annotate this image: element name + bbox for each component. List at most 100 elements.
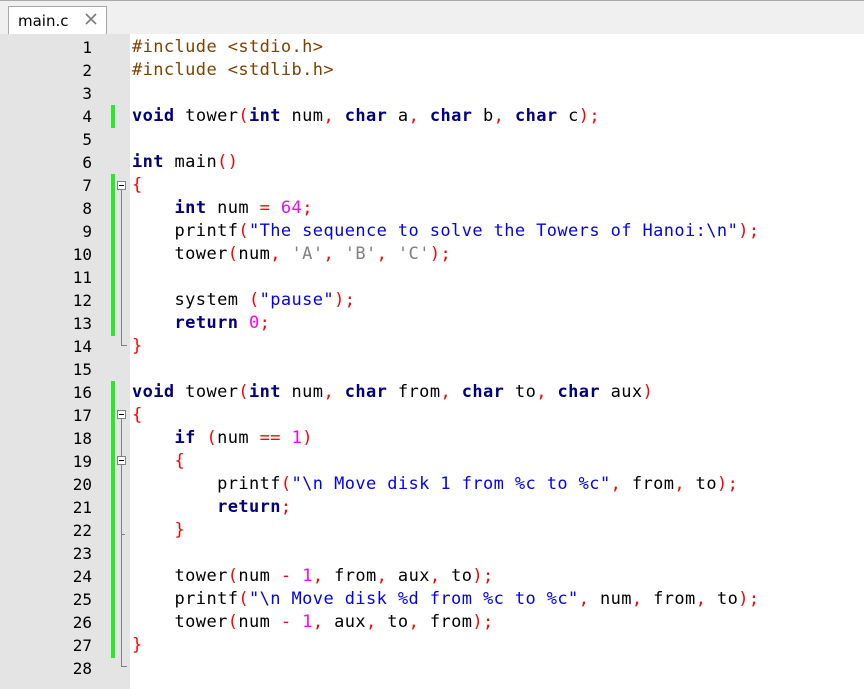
code-line[interactable]: 3 bbox=[0, 82, 864, 105]
code-token: - bbox=[280, 612, 292, 632]
code-line[interactable]: 25 printf("\n Move disk %d from %c to %c… bbox=[0, 588, 864, 611]
line-number: 22 bbox=[72, 521, 92, 540]
code-token: "The sequence to solve the Towers of Han… bbox=[249, 221, 739, 241]
code-line[interactable]: 5 bbox=[0, 128, 864, 151]
line-number: 9 bbox=[82, 222, 92, 241]
code-token: () bbox=[217, 152, 239, 172]
code-token: , bbox=[408, 106, 420, 126]
code-text: printf("The sequence to solve the Towers… bbox=[132, 220, 760, 243]
line-number: 18 bbox=[72, 429, 92, 448]
code-token: , bbox=[536, 382, 547, 402]
code-line[interactable]: 8 int num = 64; bbox=[0, 197, 864, 220]
code-line[interactable]: 27} bbox=[0, 634, 864, 657]
code-token: ; bbox=[280, 497, 292, 517]
line-number: 16 bbox=[72, 383, 92, 402]
code-token: b bbox=[472, 106, 494, 126]
code-token: 64 bbox=[280, 198, 303, 218]
code-line[interactable]: 9 printf("The sequence to solve the Towe… bbox=[0, 220, 864, 243]
code-line[interactable]: 11 bbox=[0, 266, 864, 289]
code-token: void bbox=[132, 382, 175, 402]
code-token: , bbox=[312, 566, 324, 586]
code-line[interactable]: 21 return; bbox=[0, 496, 864, 519]
code-token: , bbox=[429, 566, 441, 586]
code-token: ( bbox=[280, 474, 292, 494]
code-line[interactable]: 2 #include <stdlib.h> bbox=[0, 59, 864, 82]
code-token: , bbox=[695, 589, 707, 609]
code-line[interactable]: 28 bbox=[0, 657, 864, 680]
code-token: void bbox=[132, 106, 175, 126]
code-line[interactable]: 26 tower(num - 1, aux, to, from); bbox=[0, 611, 864, 634]
code-token: , bbox=[376, 566, 388, 586]
code-token: ( bbox=[206, 428, 218, 448]
code-token: ( bbox=[248, 290, 260, 310]
code-token: char bbox=[514, 106, 558, 126]
code-line[interactable]: 15 bbox=[0, 358, 864, 381]
code-line[interactable]: 18 if (num == 1) bbox=[0, 427, 864, 450]
code-line[interactable]: 19 { bbox=[0, 450, 864, 473]
code-token: ) bbox=[642, 382, 654, 402]
code-line[interactable]: 16 void tower(int num, char from, char to… bbox=[0, 381, 864, 404]
close-icon[interactable] bbox=[84, 12, 98, 26]
code-token: { bbox=[174, 451, 186, 471]
code-line[interactable]: 12 system ("pause"); bbox=[0, 289, 864, 312]
code-token: 1 bbox=[302, 566, 313, 586]
code-token: 'B' bbox=[344, 244, 377, 264]
code-token: , bbox=[408, 612, 420, 632]
code-token: num bbox=[589, 589, 632, 609]
code-line[interactable]: 4 void tower(int num, char a, char b, cha… bbox=[0, 105, 864, 128]
code-line[interactable]: 1 #include <stdio.h> bbox=[0, 36, 864, 59]
code-token: , bbox=[366, 612, 377, 632]
code-text: if (num == 1) bbox=[132, 427, 313, 450]
line-number: 26 bbox=[72, 613, 92, 632]
code-token: num bbox=[238, 566, 281, 586]
code-line[interactable]: 24 tower(num - 1, from, aux, to); bbox=[0, 565, 864, 588]
line-number: 25 bbox=[72, 590, 92, 609]
code-line[interactable]: 17 { bbox=[0, 404, 864, 427]
code-token: num bbox=[280, 382, 324, 402]
code-line[interactable]: 10 tower(num, 'A', 'B', 'C'); bbox=[0, 243, 864, 266]
code-token: 'C' bbox=[397, 244, 430, 264]
code-token: return bbox=[174, 313, 239, 333]
code-text: } bbox=[132, 519, 185, 542]
code-token: int bbox=[249, 382, 281, 402]
code-token: char bbox=[429, 106, 473, 126]
code-line[interactable]: 23 bbox=[0, 542, 864, 565]
code-line[interactable]: 7{ bbox=[0, 174, 864, 197]
code-token: { bbox=[132, 175, 143, 195]
code-token: } bbox=[132, 635, 143, 655]
tab-main-c[interactable]: main.c bbox=[8, 6, 107, 35]
line-number: 5 bbox=[82, 130, 92, 149]
code-line[interactable]: 20 printf("\n Move disk 1 from %c to %c"… bbox=[0, 473, 864, 496]
line-number: 2 bbox=[82, 61, 92, 80]
code-line[interactable]: 6 int main() bbox=[0, 151, 864, 174]
code-token: ); bbox=[429, 244, 452, 264]
code-text: } bbox=[132, 335, 143, 358]
code-token: ); bbox=[472, 566, 494, 586]
code-token: num bbox=[280, 106, 324, 126]
line-number: 1 bbox=[82, 38, 92, 57]
code-token: ); bbox=[738, 589, 760, 609]
code-editor[interactable]: 1 #include <stdio.h> 2 #include <stdlib.h> 3… bbox=[0, 34, 864, 689]
code-token: num bbox=[238, 244, 271, 264]
code-token: char bbox=[344, 382, 388, 402]
code-token: aux bbox=[600, 382, 643, 402]
code-token: ; bbox=[302, 198, 313, 218]
code-token: ( bbox=[238, 382, 249, 402]
code-token: return bbox=[217, 497, 281, 517]
code-token: from bbox=[642, 589, 696, 609]
code-token: , bbox=[323, 244, 335, 264]
code-line[interactable]: 13 return 0; bbox=[0, 312, 864, 335]
code-line[interactable]: 14} bbox=[0, 335, 864, 358]
code-token: 'A' bbox=[291, 244, 324, 264]
line-number: 21 bbox=[72, 498, 92, 517]
code-token: } bbox=[132, 336, 143, 356]
code-line[interactable]: 22 } bbox=[0, 519, 864, 542]
